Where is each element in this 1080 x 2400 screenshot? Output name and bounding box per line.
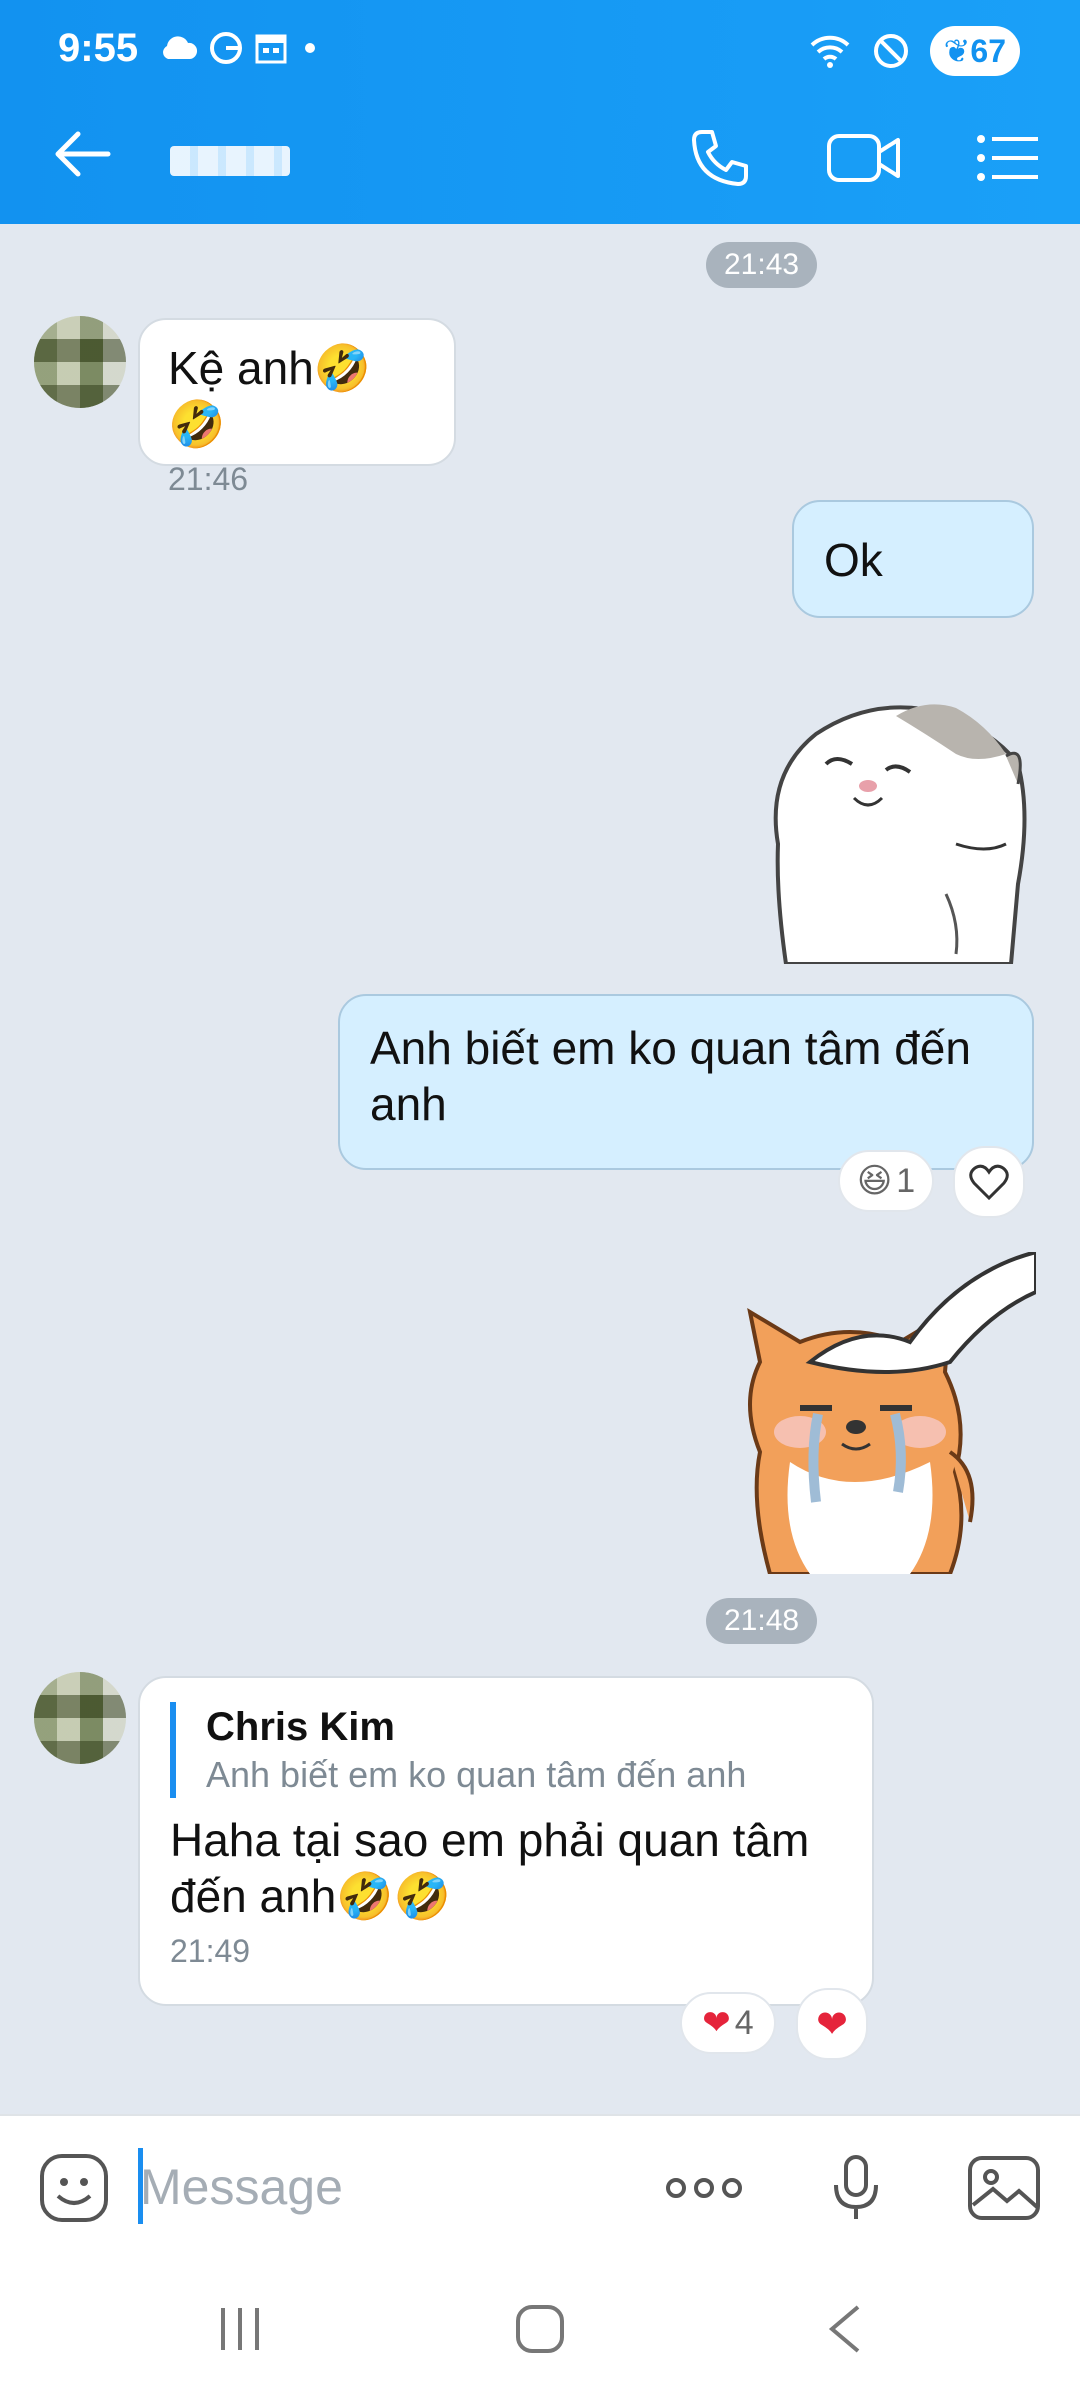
battery-level: 67: [970, 33, 1006, 69]
menu-button[interactable]: [968, 118, 1048, 198]
heart-emoji-icon: ❤: [702, 2004, 731, 2042]
back-chevron-icon: [828, 2305, 860, 2353]
status-time: 9:55: [58, 26, 139, 70]
quoted-reply[interactable]: Chris Kim Anh biết em ko quan tâm đến an…: [170, 1702, 842, 1798]
back-arrow-icon[interactable]: [52, 124, 112, 184]
incoming-message-reply[interactable]: Chris Kim Anh biết em ko quan tâm đến an…: [138, 1676, 874, 2006]
do-not-disturb-icon: [873, 34, 908, 68]
reaction-count: 4: [734, 2003, 754, 2042]
dog-sticker[interactable]: [730, 1252, 1036, 1574]
image-button[interactable]: [964, 2148, 1044, 2228]
outgoing-message[interactable]: Ok: [792, 500, 1034, 618]
heart-emoji-icon: ❤: [816, 2003, 848, 2046]
wifi-icon: [810, 35, 849, 68]
status-bar: 9:55 ❦67: [0, 0, 1080, 100]
home-button[interactable]: [500, 2294, 580, 2364]
more-dots-icon: [666, 2178, 742, 2198]
status-right: ❦67: [808, 26, 1020, 76]
timestamp-divider: 21:43: [706, 242, 818, 288]
reaction-badge[interactable]: ❤ 4: [680, 1992, 776, 2054]
cat-sticker[interactable]: [756, 694, 1036, 964]
avatar[interactable]: [34, 316, 126, 408]
microphone-icon: [834, 2155, 878, 2219]
laughing-emoji-icon: 😆: [856, 1162, 893, 1200]
status-icons: [158, 30, 322, 66]
leaf-icon: ❦: [943, 33, 971, 69]
app-header: 9:55 ❦67: [0, 0, 1080, 224]
quoted-text: Anh biết em ko quan tâm đến anh: [206, 1754, 747, 1795]
g-app-icon: [210, 32, 242, 64]
calendar-icon: [255, 34, 287, 64]
video-camera-icon: [827, 134, 900, 182]
message-input[interactable]: Message: [140, 2158, 343, 2216]
heart-outline-icon: [969, 1164, 1009, 1200]
message-time: 21:49: [170, 1933, 251, 1969]
outgoing-message[interactable]: Anh biết em ko quan tâm đến anh: [338, 994, 1034, 1170]
phone-icon: [692, 130, 748, 186]
cloud-icon: [163, 36, 198, 59]
voice-message-button[interactable]: [816, 2148, 896, 2228]
list-menu-icon: [977, 135, 1038, 181]
sticker-face-icon: [40, 2154, 108, 2222]
sticker-button[interactable]: [34, 2148, 114, 2228]
battery-indicator: ❦67: [929, 26, 1020, 76]
more-options-button[interactable]: [664, 2148, 744, 2228]
reaction-count: 1: [896, 1161, 916, 1200]
video-call-button[interactable]: [824, 118, 904, 198]
call-button[interactable]: [680, 118, 760, 198]
image-gallery-icon: [968, 2156, 1040, 2220]
reaction-badge[interactable]: 😆 1: [838, 1150, 934, 1212]
message-text: Haha tại sao em phải quan tâm đến anh🤣🤣: [170, 1814, 810, 1922]
contact-name[interactable]: [170, 146, 290, 176]
add-reaction-button[interactable]: [953, 1146, 1025, 1218]
system-back-button[interactable]: [804, 2294, 884, 2364]
message-time: 21:46: [168, 461, 249, 497]
timestamp-divider: 21:48: [706, 1598, 818, 1644]
system-navigation-bar: [0, 2254, 1080, 2400]
quoted-sender: Chris Kim: [206, 1705, 395, 1749]
message-text: Anh biết em ko quan tâm đến anh: [370, 1022, 971, 1130]
chat-topbar: [0, 110, 1080, 220]
avatar[interactable]: [34, 1672, 126, 1764]
incoming-message[interactable]: Kệ anh🤣🤣 21:46: [138, 318, 456, 497]
heart-reaction-button[interactable]: ❤: [796, 1988, 868, 2060]
chat-area[interactable]: 21:43 Kệ anh🤣🤣 21:46 Ok Anh biết em ko q…: [0, 224, 1080, 2114]
message-text: Kệ anh🤣🤣: [168, 342, 372, 450]
recent-apps-icon: [221, 2308, 259, 2350]
message-text: Ok: [824, 534, 883, 586]
recent-apps-button[interactable]: [200, 2294, 280, 2364]
dot-icon: [305, 43, 315, 53]
home-icon: [516, 2305, 564, 2353]
message-input-bar: Message: [0, 2114, 1080, 2254]
